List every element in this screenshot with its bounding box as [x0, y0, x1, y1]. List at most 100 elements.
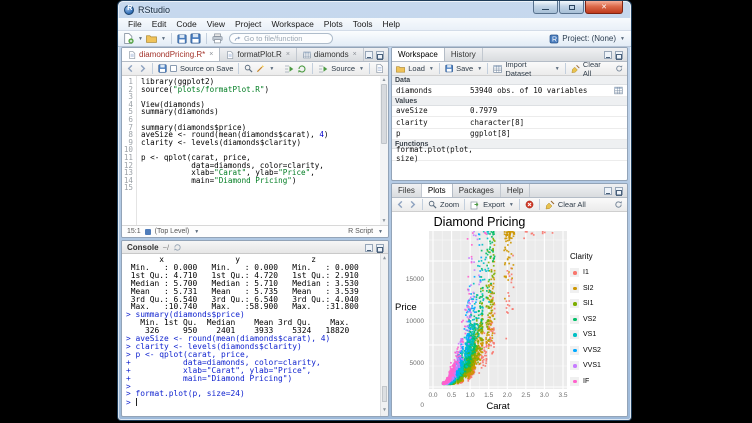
tab-plots[interactable]: Plots: [422, 184, 453, 197]
export-label[interactable]: Export: [483, 200, 505, 209]
console-home-icon[interactable]: [173, 243, 182, 252]
source-button-label[interactable]: Source: [331, 64, 355, 73]
clear-plots-label[interactable]: Clear All: [558, 200, 586, 209]
next-plot-icon[interactable]: [408, 200, 417, 209]
tab-workspace[interactable]: Workspace: [392, 48, 445, 61]
view-data-icon[interactable]: [614, 86, 623, 95]
menu-view[interactable]: View: [202, 19, 230, 29]
legend-dot: [573, 271, 577, 275]
rstudio-logo-icon: [124, 5, 134, 15]
print-icon[interactable]: [212, 33, 223, 44]
find-icon[interactable]: [244, 64, 253, 73]
scope-label[interactable]: (Top Level): [155, 228, 190, 235]
goto-file-box[interactable]: [229, 33, 333, 44]
legend-dot: [573, 349, 577, 353]
save-all-icon[interactable]: [190, 33, 201, 44]
menu-file[interactable]: File: [123, 19, 147, 29]
save-icon[interactable]: [177, 34, 187, 44]
menu-tools[interactable]: Tools: [348, 19, 378, 29]
minimize-pane-icon[interactable]: [604, 187, 612, 195]
tab-packages[interactable]: Packages: [453, 184, 501, 197]
clear-plots-icon[interactable]: [545, 200, 555, 210]
export-plot-icon[interactable]: [470, 200, 480, 210]
refresh-icon[interactable]: [614, 200, 623, 209]
minimize-pane-icon[interactable]: [365, 244, 373, 252]
menu-code[interactable]: Code: [171, 19, 201, 29]
maximize-button[interactable]: [559, 1, 584, 14]
minimize-button[interactable]: [533, 1, 558, 14]
save-icon[interactable]: [158, 64, 167, 73]
console-output[interactable]: ▲ ▼ x y z Min. : 0.000 Min. : 0.000 Min.…: [122, 254, 388, 416]
editor-scrollbar[interactable]: ▲ ▼: [380, 76, 388, 225]
load-workspace-icon[interactable]: [396, 64, 405, 74]
tab-formatplotr[interactable]: formatPlot.R×: [220, 48, 297, 61]
new-file-icon[interactable]: [123, 33, 134, 44]
code-editor[interactable]: 123456789101112131415 library(ggplot2)so…: [122, 76, 388, 225]
source-on-save-checkbox[interactable]: [170, 65, 177, 72]
menu-project[interactable]: Project: [230, 19, 266, 29]
code-tools-icon[interactable]: [256, 64, 265, 73]
clear-all-label[interactable]: Clear All: [583, 60, 609, 78]
forward-icon[interactable]: [138, 64, 147, 73]
maximize-pane-icon[interactable]: [615, 187, 623, 195]
object-row-p[interactable]: pggplot[8]: [392, 129, 627, 141]
tab-help[interactable]: Help: [501, 184, 530, 197]
close-tab-icon[interactable]: ×: [209, 51, 213, 58]
x-tick-label: 2.5: [516, 392, 536, 399]
console-scrollbar[interactable]: ▲ ▼: [380, 254, 388, 416]
maximize-pane-icon[interactable]: [376, 51, 384, 59]
menu-help[interactable]: Help: [378, 19, 405, 29]
close-tab-icon[interactable]: ×: [353, 51, 357, 58]
menu-edit[interactable]: Edit: [147, 19, 172, 29]
tab-diamondpricingr[interactable]: diamondPricing.R*×: [122, 48, 220, 61]
back-icon[interactable]: [126, 64, 135, 73]
y-tick-label: 10000: [392, 318, 424, 325]
x-tick-label: 1.0: [460, 392, 480, 399]
remove-plot-icon[interactable]: [525, 200, 534, 209]
clear-all-icon[interactable]: [571, 64, 580, 74]
tab-files[interactable]: Files: [392, 184, 422, 197]
project-selector[interactable]: Project: (None) ▼: [549, 34, 625, 44]
y-tick-label: 5000: [392, 360, 424, 367]
object-row-formatplotplotsize[interactable]: format.plot(plot, size): [392, 149, 627, 161]
object-row-diamonds[interactable]: diamonds53940 obs. of 10 variables: [392, 85, 627, 97]
close-tab-icon[interactable]: ×: [286, 51, 290, 58]
x-tick-label: 2.0: [497, 392, 517, 399]
previous-plot-icon[interactable]: [396, 200, 405, 209]
legend-title: Clarity: [570, 252, 601, 261]
compile-notebook-icon[interactable]: [375, 64, 384, 73]
titlebar[interactable]: RStudio ✕: [118, 1, 631, 18]
object-row-aveSize[interactable]: aveSize0.7979: [392, 106, 627, 118]
tab-history[interactable]: History: [445, 48, 483, 61]
open-file-icon[interactable]: [146, 33, 157, 44]
import-dataset-icon[interactable]: [493, 64, 502, 74]
object-row-clarity[interactable]: claritycharacter[8]: [392, 117, 627, 129]
goto-file-input[interactable]: [244, 34, 328, 43]
zoom-plot-icon[interactable]: [428, 200, 437, 209]
code-text[interactable]: library(ggplot2)source("plots/formatPlot…: [137, 76, 380, 225]
source-icon[interactable]: [318, 64, 328, 74]
scatter-plot-canvas: [429, 231, 567, 389]
rerun-icon[interactable]: [297, 64, 307, 74]
refresh-icon[interactable]: [615, 64, 623, 73]
close-button[interactable]: ✕: [585, 1, 623, 14]
doc-type-label[interactable]: R Script: [348, 228, 373, 235]
minimize-pane-icon[interactable]: [365, 51, 373, 59]
tab-diamonds[interactable]: diamonds×: [297, 48, 364, 61]
legend-item-vvs2: VVS2: [570, 343, 601, 359]
project-label: Project: (None): [562, 34, 616, 43]
run-icon[interactable]: [284, 64, 294, 74]
legend-key: [570, 299, 579, 308]
import-dataset-label[interactable]: Import Dataset: [505, 60, 550, 78]
maximize-pane-icon[interactable]: [615, 51, 623, 59]
load-label[interactable]: Load: [408, 64, 425, 73]
menu-workspace[interactable]: Workspace: [266, 19, 318, 29]
menu-plots[interactable]: Plots: [319, 19, 348, 29]
legend-label: VVS1: [583, 362, 601, 369]
save-workspace-icon[interactable]: [445, 64, 453, 73]
object-value: 0.7979: [470, 106, 623, 115]
maximize-pane-icon[interactable]: [376, 244, 384, 252]
save-label[interactable]: Save: [456, 64, 473, 73]
zoom-label[interactable]: Zoom: [440, 200, 459, 209]
minimize-pane-icon[interactable]: [604, 51, 612, 59]
